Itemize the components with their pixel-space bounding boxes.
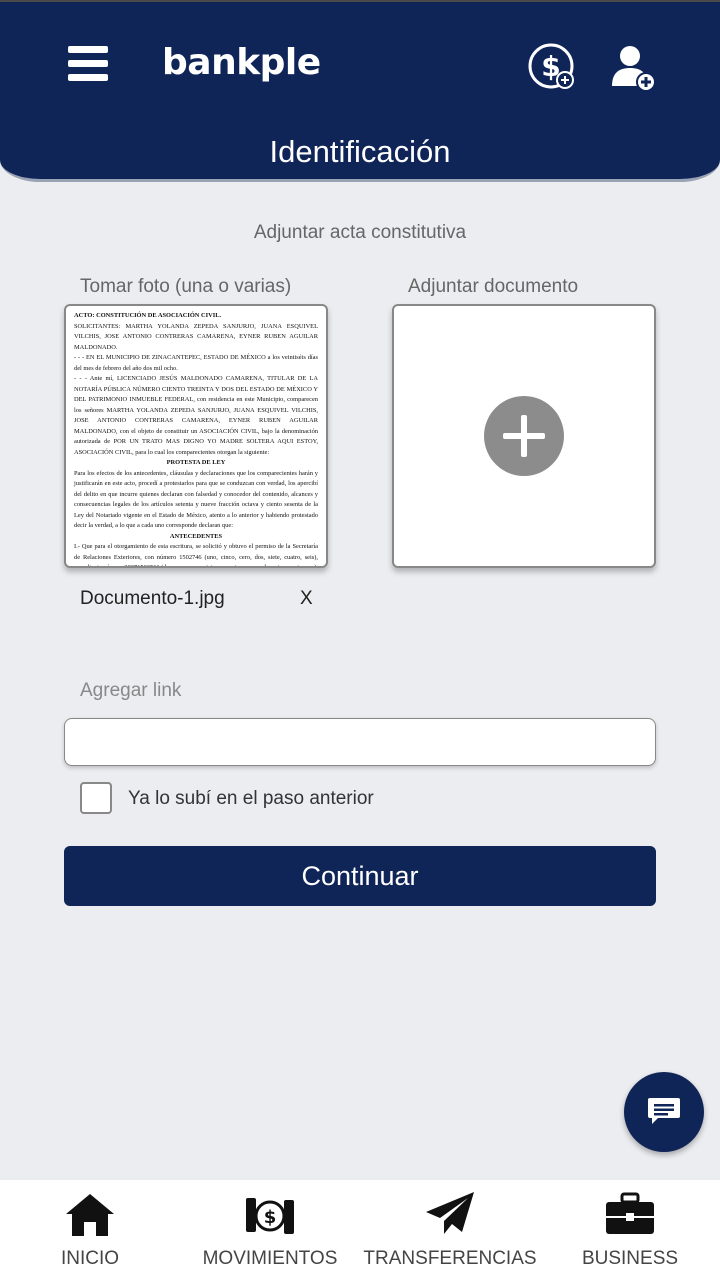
nav-label: MOVIMIENTOS [202, 1248, 338, 1269]
chat-button[interactable] [624, 1072, 704, 1152]
document-preview: ACTO: CONSTITUCIÓN DE ASOCIACIÓN CIVIL. … [66, 306, 326, 568]
add-icon[interactable] [484, 396, 564, 476]
doc-heading: ANTECEDENTES [169, 532, 223, 540]
doc-line: SOLICITANTES: MARTHA YOLANDA ZEPEDA SANJ… [74, 322, 318, 351]
continue-button[interactable]: Continuar [64, 846, 656, 906]
doc-line: - - - Ante mí, LICENCIADO JESÚS MALDONAD… [74, 375, 318, 456]
app-header: bankple $ Identificación [0, 0, 720, 182]
nav-label: INICIO [60, 1248, 120, 1269]
doc-line: Para los efectos de los antecedentes, cl… [74, 469, 318, 530]
briefcase-icon [606, 1192, 654, 1234]
remove-file-button[interactable]: X [300, 588, 313, 610]
photo-thumbnail[interactable]: ACTO: CONSTITUCIÓN DE ASOCIACIÓN CIVIL. … [64, 304, 328, 568]
file-name: Documento-1.jpg [80, 588, 225, 609]
nav-label: TRANSFERENCIAS [363, 1248, 537, 1269]
page-title: Identificación [269, 134, 451, 169]
dollar-add-icon[interactable]: $ [527, 42, 579, 94]
attach-document-card[interactable] [392, 304, 656, 568]
brand-logo: bankple [162, 42, 321, 83]
chat-icon [648, 1098, 680, 1124]
doc-line: I.- Que para el otorgamiento de esta esc… [74, 543, 318, 568]
doc-line: ACTO: CONSTITUCIÓN DE ASOCIACIÓN CIVIL. [74, 312, 222, 319]
section-subtitle: Adjuntar acta constitutiva [253, 222, 467, 243]
nav-item-movimientos[interactable]: $ MOVIMIENTOS [180, 1180, 360, 1280]
link-input[interactable] [64, 718, 656, 766]
doc-line: - - - EN EL MUNICIPIO DE ZINACANTEPEC, E… [74, 354, 318, 372]
money-transfer-icon: $ [246, 1198, 294, 1234]
paper-plane-icon [426, 1192, 474, 1234]
take-photo-label: Tomar foto (una o varias) [80, 276, 292, 297]
link-label: Agregar link [80, 680, 182, 701]
home-icon [66, 1194, 114, 1236]
nav-item-inicio[interactable]: INICIO [0, 1180, 180, 1280]
bottom-navigation: INICIO $ MOVIMIENTOS TRANSFERENCIAS BUSI… [0, 1180, 720, 1280]
svg-text:$: $ [264, 1207, 277, 1228]
doc-heading: PROTESTA DE LEY [166, 459, 226, 466]
nav-item-transferencias[interactable]: TRANSFERENCIAS [360, 1180, 540, 1280]
uploaded-before-checkbox[interactable] [80, 782, 112, 814]
nav-label: BUSINESS [581, 1248, 679, 1269]
nav-item-business[interactable]: BUSINESS [540, 1180, 720, 1280]
menu-icon[interactable] [68, 46, 108, 84]
checkbox-label: Ya lo subí en el paso anterior [128, 788, 374, 809]
attach-document-label: Adjuntar documento [408, 276, 579, 297]
user-add-icon[interactable] [608, 42, 660, 94]
